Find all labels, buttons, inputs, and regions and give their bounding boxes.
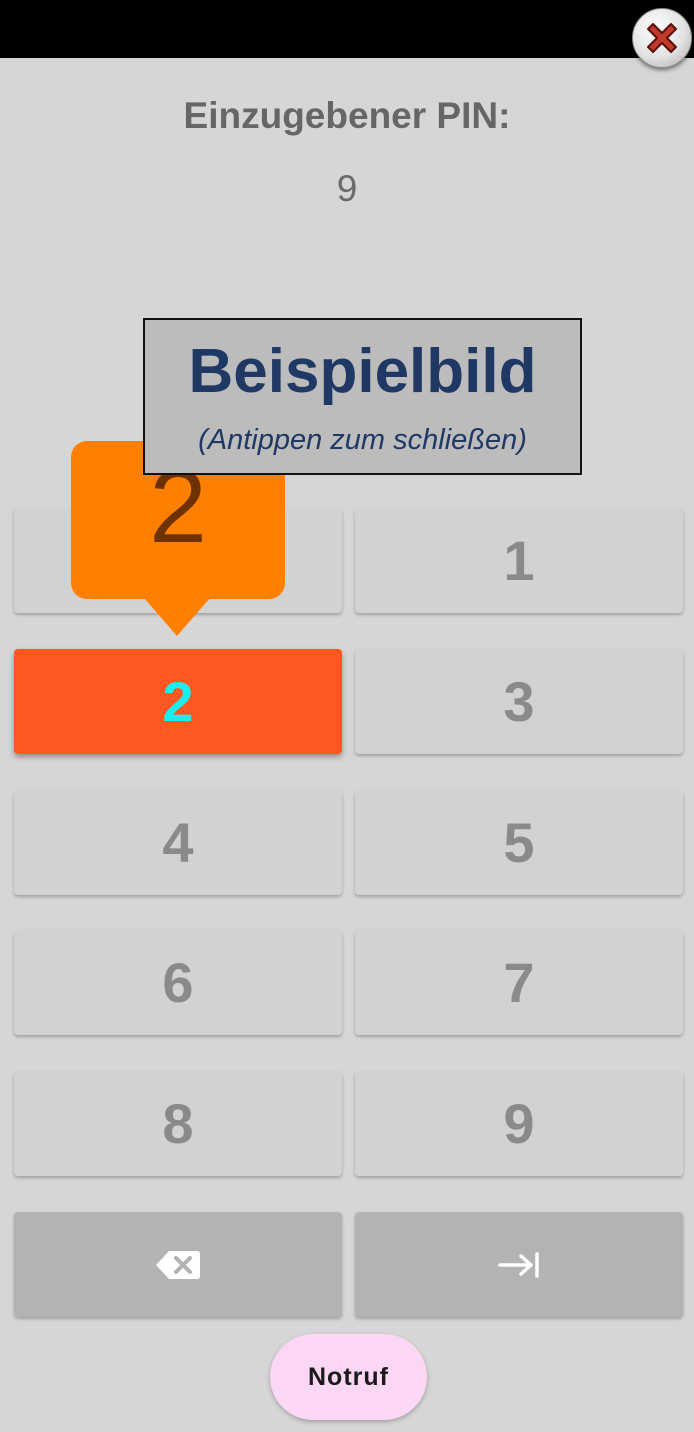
- overlay-subtitle: (Antippen zum schließen): [198, 424, 527, 456]
- emergency-button[interactable]: Notruf: [270, 1334, 427, 1420]
- key-6[interactable]: 6: [14, 930, 342, 1035]
- status-bar: [0, 0, 694, 58]
- sample-image-overlay[interactable]: Beispielbild (Antippen zum schließen): [143, 318, 582, 475]
- backspace-button[interactable]: [14, 1212, 342, 1317]
- pin-title: Einzugebener PIN:: [183, 95, 511, 136]
- pin-value: 9: [336, 168, 358, 209]
- key-1[interactable]: 1: [355, 508, 683, 613]
- submit-button[interactable]: [355, 1212, 683, 1317]
- key-3[interactable]: 3: [355, 649, 683, 754]
- close-button[interactable]: [632, 8, 692, 68]
- tab-arrow-icon: [498, 1251, 539, 1278]
- key-7[interactable]: 7: [355, 930, 683, 1035]
- close-icon: [647, 23, 677, 53]
- key-preview-pointer: [144, 598, 210, 636]
- key-8[interactable]: 8: [14, 1071, 342, 1176]
- backspace-icon: [156, 1250, 200, 1279]
- overlay-title: Beispielbild: [188, 337, 537, 406]
- key-4[interactable]: 4: [14, 790, 342, 895]
- key-9[interactable]: 9: [355, 1071, 683, 1176]
- key-2[interactable]: 2: [14, 649, 342, 754]
- key-5[interactable]: 5: [355, 790, 683, 895]
